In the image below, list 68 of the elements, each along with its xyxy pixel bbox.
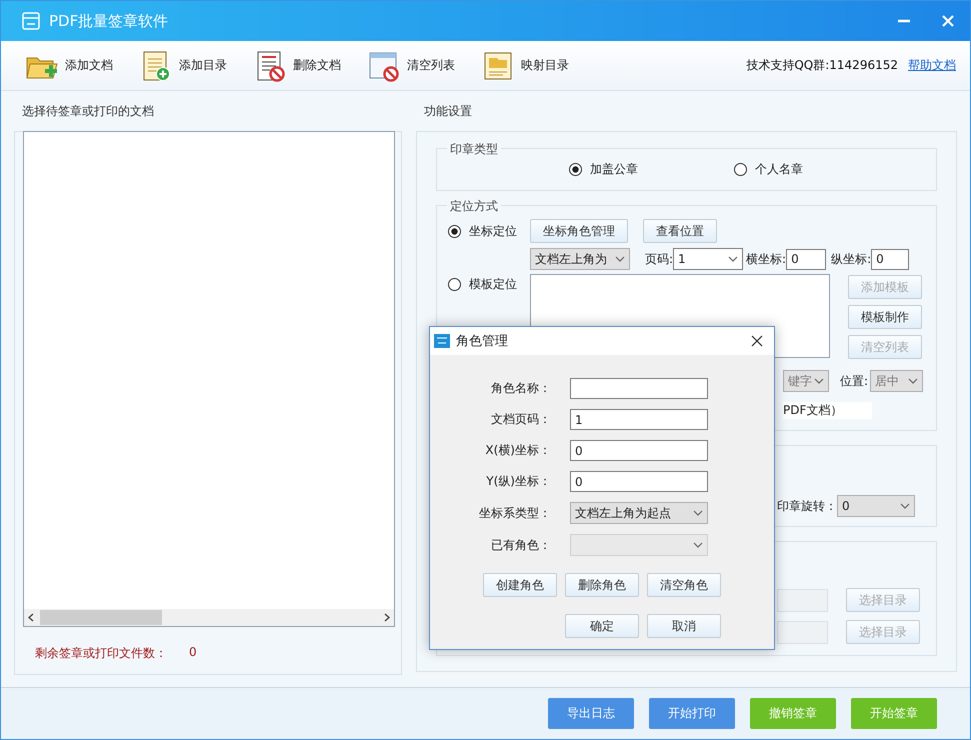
toolbar-button[interactable]: 删除文档 — [253, 50, 341, 82]
position-select[interactable]: 居中 — [870, 370, 924, 392]
toolbar-button[interactable]: 清空列表 — [367, 50, 455, 82]
chevron-down-icon — [900, 503, 910, 509]
x-label: 横坐标: — [746, 250, 786, 268]
role-button[interactable]: 删除角色 — [565, 573, 639, 597]
field-label: 文档页码： — [490, 411, 551, 428]
x-input[interactable]: 0 — [786, 248, 826, 270]
chevron-down-icon — [908, 378, 918, 384]
app-icon — [21, 11, 41, 31]
toolbar-button[interactable]: 添加文档 — [25, 50, 113, 82]
dialog-title: 角色管理 — [456, 333, 509, 350]
panel-title: 选择待签章或打印的文档 — [21, 102, 155, 120]
text-input[interactable]: 0 — [570, 440, 708, 461]
position-label: 位置: — [840, 372, 868, 390]
radio-option[interactable]: 个人名章 — [734, 160, 803, 178]
chevron-down-icon — [814, 378, 824, 384]
group-legend: 定位方式 — [447, 198, 501, 215]
field-label: 坐标系类型： — [478, 504, 551, 522]
dialog-button[interactable]: 取消 — [647, 614, 721, 638]
directory-field[interactable] — [777, 588, 828, 612]
group-legend: 印章类型 — [447, 141, 501, 158]
role-button[interactable]: 清空角色 — [647, 573, 721, 597]
window-ban-icon — [367, 50, 401, 82]
directory-field[interactable] — [777, 620, 828, 644]
dialog-button[interactable]: 确定 — [565, 614, 639, 638]
support-text: 技术支持QQ群:114296152 — [746, 57, 898, 74]
note-text: PDF文档） — [783, 402, 872, 418]
y-label: 纵坐标: — [831, 250, 872, 268]
page-label: 页码: — [645, 250, 674, 268]
page-select[interactable]: 1 — [673, 248, 744, 270]
rotation-label: 印章旋转： — [777, 498, 837, 514]
radio-option[interactable]: 加盖公章 — [569, 160, 638, 178]
app-icon — [434, 333, 450, 349]
radio-option[interactable]: 模板定位 — [448, 276, 530, 293]
view-position-button[interactable]: 查看位置 — [643, 219, 717, 243]
rotation-select[interactable]: 0 — [837, 495, 915, 517]
chevron-down-icon — [615, 256, 625, 262]
role-manage-button[interactable]: 坐标角色管理 — [530, 219, 628, 243]
panel-title: 功能设置 — [423, 102, 473, 120]
toolbar-button[interactable]: 添加目录 — [139, 50, 227, 82]
chevron-down-icon — [728, 256, 738, 262]
coordinate-select[interactable]: 文档左上角为 — [530, 248, 630, 270]
y-input[interactable]: 0 — [871, 248, 910, 270]
counter-label: 剩余签章或打印文件数： — [35, 645, 167, 662]
text-input[interactable] — [570, 378, 708, 399]
chevron-left-icon — [28, 613, 34, 622]
radio-option[interactable]: 坐标定位 — [448, 222, 530, 240]
chevron-down-icon — [693, 510, 703, 516]
field-label: X(横)坐标： — [484, 442, 551, 459]
close-icon — [751, 335, 763, 347]
text-input[interactable]: 1 — [570, 409, 708, 430]
chevron-down-icon — [693, 542, 703, 548]
horizontal-scrollbar[interactable] — [24, 609, 394, 626]
field-label: 角色名称： — [490, 380, 551, 397]
dropdown-select[interactable]: 文档左上角为起点 — [570, 502, 708, 524]
counter-value: 0 — [189, 645, 197, 661]
field-label: Y(纵)坐标： — [485, 473, 551, 490]
help-link[interactable]: 帮助文档 — [908, 57, 956, 74]
field-label: 已有角色： — [490, 536, 551, 554]
template-button[interactable]: 模板制作 — [848, 305, 922, 329]
role-button[interactable]: 创建角色 — [483, 573, 557, 597]
close-icon — [941, 14, 955, 28]
window-title: PDF批量签章软件 — [49, 12, 170, 30]
text-input[interactable]: 0 — [570, 471, 708, 492]
chevron-right-icon — [384, 613, 390, 622]
scrollbar-thumb[interactable] — [40, 610, 162, 625]
toolbar-button[interactable]: 映射目录 — [481, 50, 569, 82]
